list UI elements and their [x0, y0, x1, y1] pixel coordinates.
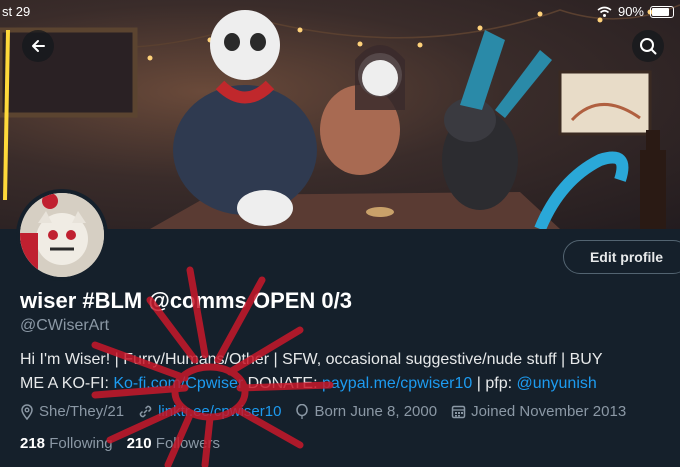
pfp-credit-link[interactable]: @unyunish [516, 375, 596, 392]
kofi-link[interactable]: Ko-fi.com/Cpwiser [113, 375, 243, 392]
website-link[interactable]: linktr.ee/cpwiser10 [158, 403, 281, 420]
profile-bio: Hi I'm Wiser! | Furry/Humans/Other | SFW… [20, 348, 670, 396]
joined-text: Joined November 2013 [471, 403, 627, 420]
battery-percent: 90% [617, 4, 644, 19]
banner-illustration [0, 4, 680, 229]
user-handle: @CWiserArt [20, 317, 110, 334]
bio-donate-label: DONATE: [243, 375, 322, 392]
back-button[interactable] [22, 30, 54, 62]
followers-label: Followers [155, 435, 220, 452]
status-bar: st 29 90% [0, 2, 680, 20]
birthday-item: Born June 8, 2000 [295, 403, 437, 420]
paypal-link[interactable]: paypal.me/cpwiser10 [322, 375, 472, 392]
bio-pfp-label: | pfp: [472, 375, 517, 392]
following-count: 218 [20, 435, 46, 452]
avatar[interactable] [16, 189, 108, 281]
link-icon [139, 405, 152, 418]
following-label: Following [49, 435, 113, 452]
birthday-text: Born June 8, 2000 [314, 403, 438, 420]
balloon-icon [296, 403, 309, 419]
search-button[interactable] [632, 30, 664, 62]
battery-icon [650, 5, 674, 18]
bio-line-1: Hi I'm Wiser! | Furry/Humans/Other | SFW… [20, 351, 603, 368]
display-name: wiser #BLM @comms OPEN 0/3 [20, 288, 353, 313]
bio-kofi-label: ME A KO-FI: [20, 375, 114, 392]
profile-meta: She/They/21 linktr.ee/cpwiser10 Born Jun… [20, 403, 626, 420]
status-time: st 29 [2, 4, 31, 19]
followers-count: 210 [126, 435, 152, 452]
wifi-icon [597, 6, 612, 17]
profile-banner[interactable] [0, 0, 680, 229]
calendar-icon [451, 405, 466, 419]
pronouns-item: She/They/21 [20, 403, 124, 420]
followers-link[interactable]: 210 Followers [127, 435, 220, 452]
follow-stats: 218 Following 210 Followers [20, 435, 220, 452]
edit-profile-button[interactable]: Edit profile [563, 240, 680, 274]
pronouns-text: She/They/21 [39, 403, 125, 420]
status-right: 90% [597, 4, 674, 19]
joined-item: Joined November 2013 [451, 403, 626, 420]
search-icon [640, 38, 657, 55]
following-link[interactable]: 218 Following [20, 435, 113, 452]
location-icon [21, 403, 33, 420]
website-item[interactable]: linktr.ee/cpwiser10 [138, 403, 281, 420]
avatar-illustration [20, 193, 104, 277]
bio-line-2: ME A KO-FI: Ko-fi.com/Cpwiser DONATE: pa… [20, 372, 670, 396]
back-arrow-icon [32, 40, 45, 52]
